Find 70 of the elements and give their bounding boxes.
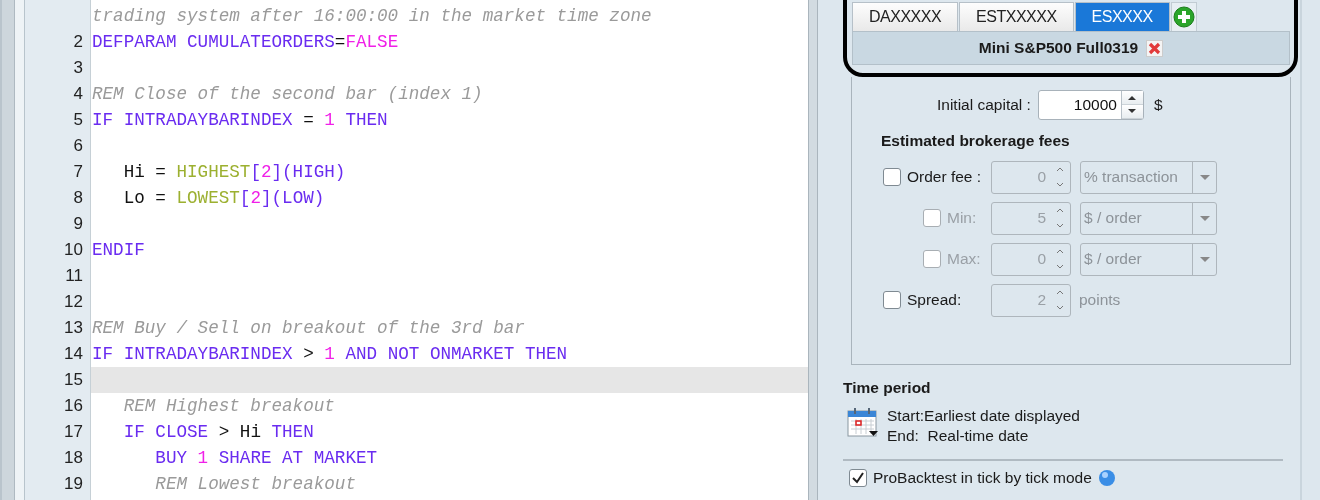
close-icon[interactable] <box>1146 39 1164 57</box>
code-line: DEFPARAM CUMULATEORDERS=FALSE <box>91 32 399 52</box>
code-line: REM Lowest breakout <box>154 474 356 494</box>
code-line: IF CLOSE > Hi THEN <box>122 422 314 442</box>
capital-field[interactable]: 10000 <box>1037 90 1144 120</box>
instrument-tab[interactable]: ESXXXX <box>1074 2 1170 31</box>
down-button[interactable] <box>1121 105 1143 119</box>
checkbox[interactable] <box>883 168 901 186</box>
spin-arrows-icon <box>1056 207 1064 229</box>
start-date-text: Start:Earliest date displayed <box>887 407 1080 425</box>
line-number: 11 <box>65 266 83 286</box>
unit-dropdown[interactable]: % transaction <box>1080 160 1217 194</box>
value-spinner[interactable]: 0 <box>991 160 1071 194</box>
instrument-name: Mini S&P500 Full0319 <box>978 39 1139 57</box>
caret-icon <box>1199 174 1210 180</box>
section-title: Time period <box>843 379 931 396</box>
capital-label: Initial capital : <box>937 96 1031 114</box>
code-line: trading system after 16:00:00 in the market time zone <box>91 6 652 26</box>
code-editor[interactable] <box>0 0 808 500</box>
line-number: 8 <box>73 188 83 208</box>
value-spinner[interactable]: 2 <box>991 283 1071 317</box>
line-number: 14 <box>64 344 83 364</box>
caret-icon <box>1199 256 1210 262</box>
line-number: 16 <box>64 396 83 416</box>
line-number: 10 <box>64 240 83 260</box>
line-number: 13 <box>64 318 83 338</box>
spin-arrows-icon <box>1056 289 1064 311</box>
code-line: REM Highest breakout <box>122 396 335 416</box>
add-icon[interactable] <box>1172 6 1195 28</box>
line-number: 15 <box>64 370 83 390</box>
line-number: 19 <box>64 474 83 494</box>
code-line: Lo = LOWEST[2](LOW) <box>122 188 325 208</box>
tick-mode-label: ProBacktest in tick by tick mode <box>873 469 1092 487</box>
line-number: 9 <box>73 214 83 234</box>
down-caret-icon <box>1128 109 1137 114</box>
code-line: IF INTRADAYBARINDEX = 1 THEN <box>91 110 388 130</box>
spin-arrows-icon <box>1056 248 1064 270</box>
line-number: 3 <box>73 58 83 78</box>
up-caret-icon <box>1128 95 1137 100</box>
instrument-tab[interactable]: ESTXXXXX <box>959 2 1074 31</box>
end-date-text: End: Real-time date <box>887 427 1030 445</box>
line-number: 17 <box>64 422 83 442</box>
code-line: BUY 1 SHARE AT MARKET <box>154 448 378 468</box>
checkbox[interactable] <box>883 291 901 309</box>
section-title: Estimated brokerage fees <box>881 132 1070 149</box>
line-number: 18 <box>64 448 83 468</box>
fee-label: Order fee : <box>907 168 983 186</box>
calendar-icon[interactable] <box>847 407 879 438</box>
spin-arrows-icon <box>1056 166 1064 188</box>
line-number: 7 <box>73 162 83 182</box>
caret-icon <box>1199 215 1210 221</box>
code-line: REM Buy / Sell on breakout of the 3rd bar <box>91 318 525 338</box>
fee-label: Max: <box>947 250 982 268</box>
line-number: 2 <box>73 32 83 52</box>
checkbox[interactable] <box>849 469 867 487</box>
fee-label: Min: <box>947 209 978 227</box>
line-number: 12 <box>64 292 83 312</box>
unit-label: points <box>1079 291 1121 309</box>
line-number: 4 <box>73 84 83 104</box>
instrument-tab[interactable]: DAXXXXX <box>852 2 959 31</box>
info-icon[interactable] <box>1097 469 1116 487</box>
line-number: 5 <box>73 110 83 130</box>
code-line: ENDIF <box>91 240 145 260</box>
line-number: 6 <box>73 136 83 156</box>
currency-label: $ <box>1153 96 1163 114</box>
code-line: REM Close of the second bar (index 1) <box>91 84 483 104</box>
code-line: Hi = HIGHEST[2](HIGH) <box>122 162 346 182</box>
code-line: IF INTRADAYBARINDEX > 1 AND NOT ONMARKET THEN <box>91 344 568 364</box>
fee-label: Spread: <box>907 291 963 309</box>
up-button[interactable] <box>1121 91 1143 105</box>
